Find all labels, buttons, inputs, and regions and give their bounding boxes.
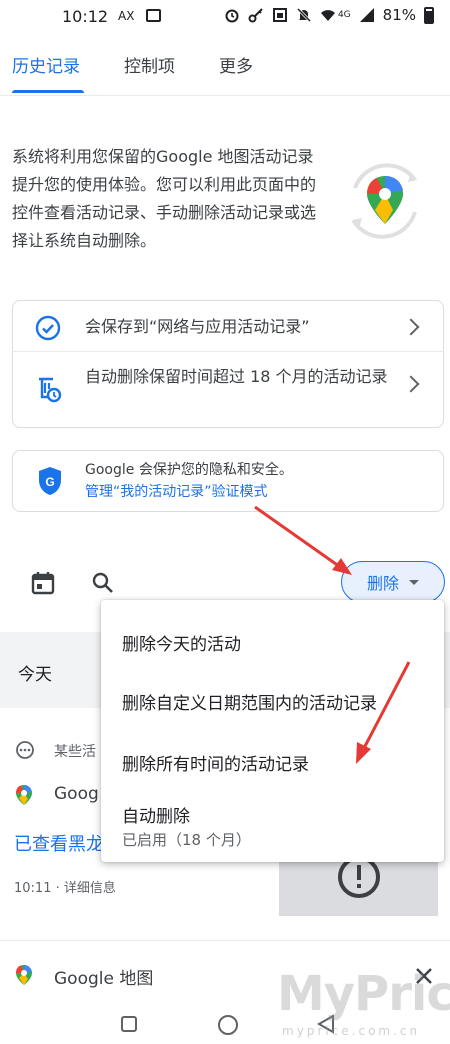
status-icons: 4G 81% — [224, 6, 434, 24]
viewed-place-link[interactable]: 已查看黑龙 — [14, 830, 104, 856]
delete-options-menu: 删除今天的活动 删除自定义日期范围内的活动记录 删除所有时间的活动记录 自动删除… — [101, 600, 444, 862]
save-setting-row[interactable]: 会保存到“网络与应用活动记录” — [13, 301, 443, 351]
auto-delete-status: 已启用（18 个月） — [122, 831, 251, 849]
google-maps-icon — [16, 965, 32, 985]
battery-icon — [424, 6, 434, 24]
menu-delete-custom-range[interactable]: 删除自定义日期范围内的活动记录 — [122, 689, 377, 714]
status-bar: 10:12 AX 4G 81% — [0, 0, 450, 34]
chevron-right-icon — [402, 318, 420, 336]
sim-icon — [272, 8, 287, 22]
tab-history[interactable]: 历史记录 — [12, 52, 80, 77]
save-setting-label: 会保存到“网络与应用活动记录” — [85, 317, 310, 336]
signal-icon — [359, 8, 374, 22]
more-horizontal-icon — [16, 741, 34, 759]
delete-button[interactable]: 删除 — [341, 561, 445, 603]
recents-button[interactable] — [121, 1016, 137, 1032]
svg-text:G: G — [45, 475, 54, 489]
check-circle-icon — [35, 315, 61, 341]
watermark-url: myprice.com.cn — [282, 1024, 421, 1038]
active-tab-indicator — [12, 90, 84, 93]
section-today-label: 今天 — [18, 665, 52, 685]
tab-bar: 历史记录 控制项 更多 — [0, 42, 450, 94]
shield-icon: G — [39, 467, 61, 495]
search-icon[interactable] — [91, 571, 115, 595]
home-button[interactable] — [218, 1015, 238, 1035]
privacy-text-block: Google 会保护您的隐私和安全。 管理“我的活动记录”验证模式 — [85, 459, 293, 503]
google-maps-icon — [16, 785, 32, 805]
tab-controls[interactable]: 控制项 — [124, 52, 175, 77]
maps-history-illustration-icon — [351, 163, 417, 239]
manage-verification-link[interactable]: 管理“我的活动记录”验证模式 — [85, 481, 293, 503]
menu-auto-delete[interactable]: 自动删除 — [122, 802, 190, 827]
image-notification-icon — [146, 9, 161, 22]
item-title: Goog — [54, 784, 99, 804]
privacy-message: Google 会保护您的隐私和安全。 — [85, 462, 293, 478]
tabs-divider — [0, 95, 450, 96]
watermark-logo: MyPrice — [277, 966, 450, 1022]
auto-delete-setting-label: 自动删除保留时间超过 18 个月的活动记录 — [85, 367, 388, 386]
intro-text: 系统将利用您保留的Google 地图活动记录提升您的使用体验。您可以利用此页面中… — [12, 147, 317, 250]
status-time: 10:12 — [62, 7, 109, 26]
tab-more[interactable]: 更多 — [219, 52, 253, 77]
menu-delete-today[interactable]: 删除今天的活动 — [122, 630, 241, 655]
list-divider — [0, 940, 450, 941]
auto-delete-setting-row[interactable]: 自动删除保留时间超过 18 个月的活动记录 — [13, 352, 443, 428]
wifi-icon — [320, 10, 335, 21]
network-label: 4G — [337, 10, 351, 20]
annotation-arrow-delete — [254, 505, 344, 571]
privacy-card: G Google 会保护您的隐私和安全。 管理“我的活动记录”验证模式 — [12, 450, 444, 512]
battery-percent: 81% — [382, 6, 416, 24]
alarm-icon — [225, 9, 239, 23]
delete-button-label: 删除 — [366, 574, 399, 593]
activity-settings-card: 会保存到“网络与应用活动记录” 自动删除保留时间超过 18 个月的活动记录 — [12, 300, 444, 428]
calendar-icon[interactable] — [30, 570, 56, 596]
key-icon — [248, 8, 263, 23]
item-time-details[interactable]: 10:11 · 详细信息 — [14, 877, 116, 896]
menu-delete-all-time[interactable]: 删除所有时间的活动记录 — [122, 750, 309, 775]
auto-delete-icon — [39, 377, 62, 403]
status-carrier: AX — [118, 9, 135, 23]
item-title-maps: Google 地图 — [54, 969, 154, 989]
chevron-right-icon — [402, 375, 420, 393]
mute-icon — [296, 7, 312, 23]
item-note: 某些活 — [54, 744, 96, 760]
caret-down-icon — [409, 579, 419, 585]
